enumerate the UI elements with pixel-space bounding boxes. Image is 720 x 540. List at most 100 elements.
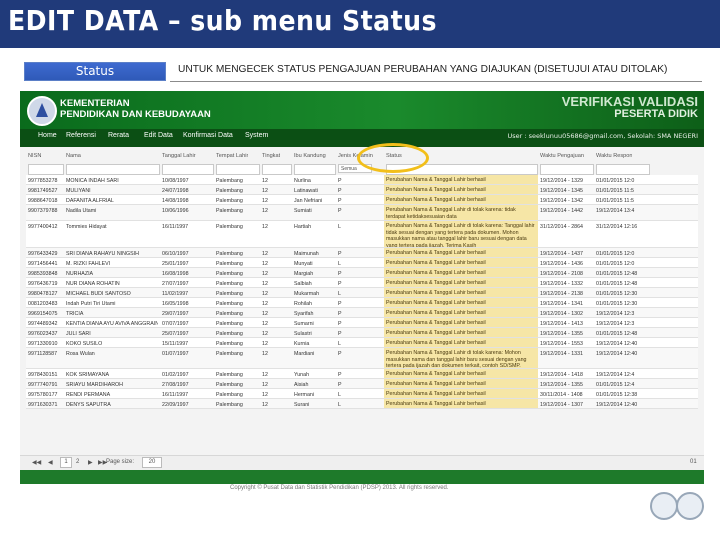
table-row[interactable]: 0081203483 Indah Putri Tiri Utami 16/05/19… (26, 298, 698, 308)
cell-tempat: Palembang (216, 271, 243, 277)
table-row[interactable]: 9980478127 MICHAEL BUDI SANTOSO 11/02/1997… (26, 288, 698, 298)
filter-nama[interactable] (66, 164, 160, 175)
table-row[interactable]: 9974489342 KENTIA DIANA AYU AVIVA ANGGRAI… (26, 318, 698, 328)
cell-tgl: 27/08/1997 (162, 382, 189, 388)
table-row[interactable]: 9969154075 TRICIA 29/07/1997 Palembang 12 Sya… (26, 308, 698, 318)
cell-nisn: 9969154075 (28, 311, 58, 317)
menu-referensi[interactable]: Referensi (66, 132, 96, 139)
cell-jk: P (338, 351, 342, 357)
cell-tgl: 24/07/1998 (162, 188, 189, 194)
pager: ◀◀ ◀ 1 2 ▶ ▶▶ Page size: 20 01 (20, 455, 704, 470)
table-row[interactable]: 9977400412 Tommies Hidayat 16/11/1997 Palem… (26, 221, 698, 248)
table-row[interactable]: 9907379788 Nadila Utami 10/06/1996 Palemban… (26, 205, 698, 221)
main-menu: Home Referensi Rerata Edit Data Konfirma… (20, 129, 704, 147)
filter-tanggal-lahir[interactable] (162, 164, 214, 175)
cell-ibu: Mukarmah (294, 291, 320, 297)
table-row[interactable]: 9971330910 KOKO SUSILO 15/11/1997 Palembang… (26, 338, 698, 348)
table-row[interactable]: 9977853278 MONICA INDAH SARI 10/08/1997 Pal… (26, 175, 698, 185)
first-page-icon[interactable]: ◀◀ (32, 459, 41, 466)
cell-tgl: 16/05/1998 (162, 301, 189, 307)
cell-tgl: 07/07/1997 (162, 321, 189, 327)
cell-nisn: 9977853278 (28, 178, 58, 184)
cell-ibu: Sulastri (294, 331, 312, 337)
cell-status: Perubahan Nama & Tanggal Lahir berhasil (384, 389, 538, 398)
banner-title-line1: VERIFIKASI VALIDASI (561, 94, 698, 109)
cell-tempat: Palembang (216, 351, 243, 357)
table-row[interactable]: 9976023437 JULI SARI 25/07/1997 Palembang 12… (26, 328, 698, 338)
col-nama[interactable]: Nama (66, 153, 81, 159)
status-highlight-circle (357, 143, 429, 173)
cell-tempat: Palembang (216, 392, 243, 398)
col-ibu-kandung[interactable]: Ibu Kandung (294, 153, 326, 159)
cell-nisn: 9978430151 (28, 372, 58, 378)
cell-tingkat: 12 (262, 402, 268, 408)
page-2-link[interactable]: 2 (76, 459, 79, 465)
table-row[interactable]: 9971630371 DENYS SAPUTRA 22/09/1997 Palemba… (26, 399, 698, 409)
col-waktu-respon[interactable]: Waktu Respon (596, 153, 632, 159)
cell-nama: JULI SARI (66, 331, 91, 337)
cell-nama: Nadila Utami (66, 208, 97, 214)
table-row[interactable]: 9977740791 SRIAYU MARDIHAROH 27/08/1997 Pal… (26, 379, 698, 389)
cell-jk: P (338, 188, 342, 194)
menu-system[interactable]: System (245, 132, 268, 139)
next-page-icon[interactable]: ▶ (88, 459, 93, 466)
cell-status: Perubahan Nama & Tanggal Lahir berhasil (384, 379, 538, 388)
cell-tingkat: 12 (262, 301, 268, 307)
menu-konfirmasi-data[interactable]: Konfirmasi Data (183, 132, 233, 139)
cell-nama: KOK SRIMAYANA (66, 372, 110, 378)
cell-tempat: Palembang (216, 251, 243, 257)
table-row[interactable]: 9971128587 Rosa Wulan 01/07/1997 Palembang 1… (26, 348, 698, 369)
table-row[interactable]: 9981749527 MULIYANI 24/07/1998 Palembang 12 L… (26, 185, 698, 195)
filter-waktu-pengajuan[interactable] (540, 164, 594, 175)
seal-icon (676, 492, 704, 520)
cell-status: Perubahan Nama & Tanggal Lahir di tolak … (384, 221, 538, 247)
filter-tingkat[interactable] (262, 164, 292, 175)
col-tingkat[interactable]: Tingkat (262, 153, 280, 159)
menu-edit-data[interactable]: Edit Data (144, 132, 173, 139)
cell-pengajuan: 19/12/2014 - 1418 (540, 372, 584, 378)
cell-respon: 19/12/2014 13:4 (596, 208, 635, 214)
page-size-select[interactable]: 20 (142, 457, 162, 468)
ministry-name: KEMENTERIAN PENDIDIKAN DAN KEBUDAYAAN (60, 98, 211, 120)
table-row[interactable]: 9988647018 DAFANITA ALFRIAL 14/08/1998 Pale… (26, 195, 698, 205)
table-row[interactable]: 9976433429 SRI DIANA RAHAYU NINGSIH 06/10/… (26, 248, 698, 258)
table-row[interactable]: 9975780177 RENDI PERMANA 16/11/1997 Palemba… (26, 389, 698, 399)
cell-nama: M. RIZKI FAHLEVI (66, 261, 111, 267)
cell-jk: P (338, 382, 342, 388)
prev-page-icon[interactable]: ◀ (48, 459, 53, 466)
cell-jk: P (338, 198, 342, 204)
filter-tempat-lahir[interactable] (216, 164, 260, 175)
col-nisn[interactable]: NISN (28, 153, 41, 159)
cell-respon: 01/01/2015 11:5 (596, 188, 634, 194)
cell-nama: Indah Putri Tiri Utami (66, 301, 116, 307)
table-row[interactable]: 9978430151 KOK SRIMAYANA 01/02/1997 Palemba… (26, 369, 698, 379)
filter-ibu-kandung[interactable] (294, 164, 336, 175)
col-waktu-pengajuan[interactable]: Waktu Pengajuan (540, 153, 584, 159)
cell-respon: 19/12/2014 12:40 (596, 402, 638, 408)
app-header: KEMENTERIAN PENDIDIKAN DAN KEBUDAYAAN VE… (20, 91, 704, 129)
cell-status: Perubahan Nama & Tanggal Lahir berhasil (384, 399, 538, 408)
cell-status: Perubahan Nama & Tanggal Lahir berhasil (384, 195, 538, 204)
cell-ibu: Rohilah (294, 301, 312, 307)
table-row[interactable]: 9976436719 NUR DIANA ROHATIN 27/07/1997 Pal… (26, 278, 698, 288)
cell-ibu: Syarifah (294, 311, 314, 317)
menu-home[interactable]: Home (38, 132, 57, 139)
page-1-button[interactable]: 1 (60, 457, 72, 468)
filter-waktu-respon[interactable] (596, 164, 650, 175)
cell-tingkat: 12 (262, 271, 268, 277)
table-row[interactable]: 9985393848 NURHAZIA 16/08/1998 Palembang 12 M… (26, 268, 698, 278)
col-tempat-lahir[interactable]: Tempat Lahir (216, 153, 248, 159)
cell-ibu: Sumiati (294, 208, 312, 214)
cell-tingkat: 12 (262, 178, 268, 184)
filter-nisn[interactable] (28, 164, 64, 175)
table-row[interactable]: 9971456441 M. RIZKI FAHLEVI 25/01/1997 Pale… (26, 258, 698, 268)
cell-status: Perubahan Nama & Tanggal Lahir berhasil (384, 175, 538, 184)
cell-jk: L (338, 341, 341, 347)
cell-nama: NUR DIANA ROHATIN (66, 281, 120, 287)
cell-nisn: 9988647018 (28, 198, 58, 204)
menu-rerata[interactable]: Rerata (108, 132, 129, 139)
cell-ibu: Latinawati (294, 188, 318, 194)
banner-title: VERIFIKASI VALIDASI PESERTA DIDIK (562, 95, 698, 121)
cell-respon: 01/01/2015 12:30 (596, 301, 638, 307)
col-tanggal-lahir[interactable]: Tanggal Lahir (162, 153, 196, 159)
